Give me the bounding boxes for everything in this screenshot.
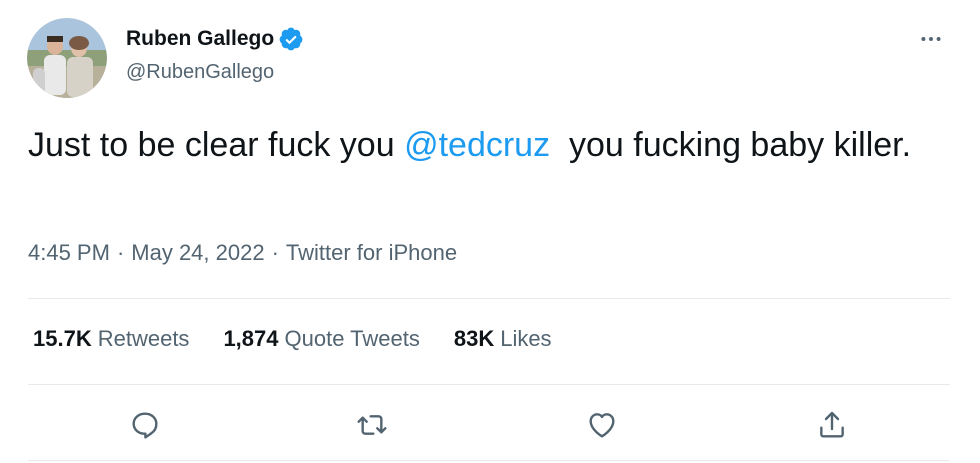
tweet-date[interactable]: May 24, 2022 [131, 240, 264, 266]
like-button[interactable] [582, 400, 622, 450]
quote-tweets-count: 1,874 [223, 326, 279, 351]
tweet-text: Just to be clear fuck you @tedcruz you f… [28, 123, 928, 167]
retweet-icon [357, 415, 387, 435]
divider [28, 460, 950, 461]
verified-badge-icon [278, 26, 304, 52]
divider [28, 384, 950, 385]
retweets-label: Retweets [97, 326, 190, 351]
meta-separator: · [116, 240, 125, 265]
avatar[interactable] [27, 18, 107, 98]
share-button[interactable] [812, 400, 852, 450]
tweet-actions [0, 400, 980, 450]
meta-separator: · [271, 240, 279, 265]
author-name-row: Ruben Gallego [126, 26, 304, 52]
retweets-stat[interactable]: 15.7K Retweets [33, 326, 189, 352]
quote-tweets-stat[interactable]: 1,874 Quote Tweets [223, 326, 419, 352]
reply-icon [132, 412, 158, 439]
retweets-count: 15.7K [33, 326, 92, 351]
tweet-meta: 4:45 PM · May 24, 2022 · Twitter for iPh… [28, 240, 457, 266]
author-display-name[interactable]: Ruben Gallego [126, 27, 274, 51]
tweet-card: Ruben Gallego @RubenGallego Just to be c… [0, 0, 980, 463]
tweet-stats: 15.7K Retweets 1,874 Quote Tweets 83K Li… [33, 326, 586, 352]
divider [28, 298, 950, 299]
likes-stat[interactable]: 83K Likes [454, 326, 552, 352]
quote-tweets-label: Quote Tweets [284, 326, 420, 351]
likes-label: Likes [500, 326, 552, 351]
heart-icon [589, 413, 615, 438]
tweet-text-after: you fucking baby killer. [550, 126, 912, 164]
tweet-source[interactable]: Twitter for iPhone [286, 240, 457, 266]
mention-link[interactable]: @tedcruz [404, 126, 550, 164]
author-handle[interactable]: @RubenGallego [126, 61, 274, 84]
likes-count: 83K [453, 326, 495, 351]
tweet-text-before: Just to be clear fuck you [28, 126, 405, 164]
tweet-time[interactable]: 4:45 PM [28, 240, 110, 266]
reply-button[interactable] [125, 400, 165, 450]
avatar-photo [27, 18, 107, 98]
retweet-button[interactable] [352, 400, 392, 450]
more-horizontal-icon[interactable] [916, 24, 946, 54]
share-icon [820, 411, 844, 438]
